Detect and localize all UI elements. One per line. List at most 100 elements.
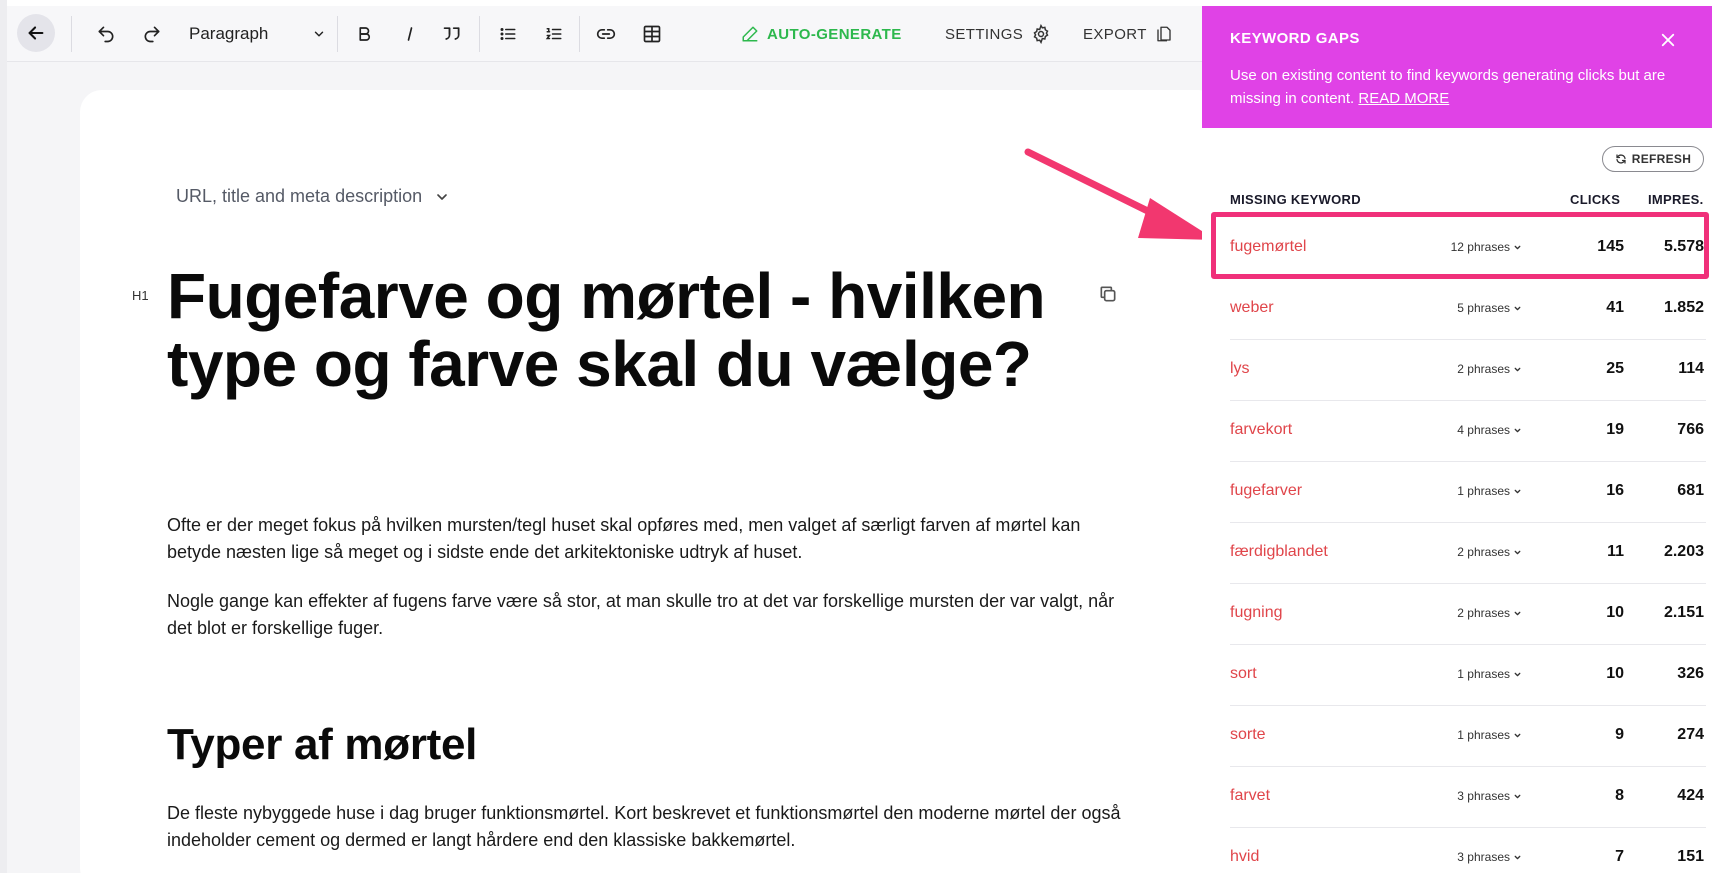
panel-title: KEYWORD GAPS xyxy=(1230,30,1360,47)
toolbar-divider xyxy=(71,16,72,52)
keyword-row[interactable]: lys 2 phrases 25 114 xyxy=(1230,340,1706,401)
back-button[interactable] xyxy=(17,14,55,52)
panel-description: Use on existing content to find keywords… xyxy=(1230,64,1680,110)
annotation-arrow xyxy=(1024,148,1216,240)
phrases-dropdown[interactable]: 3 phrases xyxy=(1446,789,1522,803)
keyword-link[interactable]: sorte xyxy=(1230,726,1266,744)
clicks-value: 8 xyxy=(1615,787,1624,804)
keyword-row[interactable]: farvekort 4 phrases 19 766 xyxy=(1230,401,1706,462)
copy-button[interactable] xyxy=(1098,284,1118,304)
block-type-dropdown[interactable] xyxy=(307,18,331,50)
close-panel-button[interactable] xyxy=(1654,26,1682,54)
keyword-list: fugemørtel 12 phrases 145 5.578 weber 5 phras… xyxy=(1230,218,1706,873)
phrases-dropdown[interactable]: 5 phrases xyxy=(1446,301,1522,315)
chevron-down-icon xyxy=(1514,794,1521,798)
table-icon xyxy=(643,25,661,43)
link-button[interactable] xyxy=(589,17,623,51)
keyword-row[interactable]: færdigblandet 2 phrases 11 2.203 xyxy=(1230,523,1706,584)
export-label: EXPORT xyxy=(1083,25,1147,43)
refresh-icon xyxy=(1616,154,1626,164)
phrases-dropdown[interactable]: 1 phrases xyxy=(1446,484,1522,498)
impressions-value: 424 xyxy=(1677,787,1704,804)
keyword-link[interactable]: farvet xyxy=(1230,787,1270,805)
phrases-dropdown[interactable]: 4 phrases xyxy=(1446,423,1522,437)
read-more-link[interactable]: READ MORE xyxy=(1358,90,1449,107)
panel-header: KEYWORD GAPS Use on existing content to … xyxy=(1202,6,1712,128)
gear-icon xyxy=(1033,24,1049,44)
document-title[interactable]: Fugefarve og mørtel - hvilken type og fa… xyxy=(167,262,1047,398)
toolbar-divider xyxy=(337,16,338,52)
chevron-down-icon xyxy=(437,193,447,200)
settings-button[interactable]: SETTINGS xyxy=(945,18,1051,50)
phrases-dropdown[interactable]: 2 phrases xyxy=(1446,606,1522,620)
redo-button[interactable] xyxy=(135,17,169,51)
highlight-box xyxy=(1211,212,1709,279)
block-type-select[interactable]: Paragraph xyxy=(189,18,268,50)
heading-level-tag: H1 xyxy=(132,288,149,303)
refresh-label: REFRESH xyxy=(1631,152,1692,166)
phrases-dropdown[interactable]: 3 phrases xyxy=(1446,850,1522,864)
toolbar-divider xyxy=(579,16,580,52)
phrases-label: 1 phrases xyxy=(1457,484,1510,498)
keyword-link[interactable]: hvid xyxy=(1230,848,1259,866)
phrases-label: 2 phrases xyxy=(1457,606,1510,620)
keyword-link[interactable]: farvekort xyxy=(1230,421,1292,439)
clicks-value: 10 xyxy=(1606,604,1624,621)
phrases-label: 5 phrases xyxy=(1457,301,1510,315)
phrases-dropdown[interactable]: 1 phrases xyxy=(1446,728,1522,742)
back-arrow-icon xyxy=(28,26,44,40)
impressions-value: 274 xyxy=(1677,726,1704,743)
keyword-link[interactable]: færdigblandet xyxy=(1230,543,1328,561)
keyword-link[interactable]: fugning xyxy=(1230,604,1283,622)
auto-generate-label: AUTO-GENERATE xyxy=(767,25,902,43)
paragraph[interactable]: De fleste nybyggede huse i dag bruger fu… xyxy=(167,800,1127,854)
italic-button[interactable] xyxy=(393,17,427,51)
bold-icon xyxy=(359,27,370,41)
table-button[interactable] xyxy=(635,17,669,51)
quote-button[interactable] xyxy=(435,17,469,51)
document-icon xyxy=(1157,26,1171,42)
keyword-row[interactable]: sorte 1 phrases 9 274 xyxy=(1230,706,1706,767)
numbered-list-button[interactable] xyxy=(537,17,571,51)
phrases-dropdown[interactable]: 2 phrases xyxy=(1446,545,1522,559)
keyword-row[interactable]: fugning 2 phrases 10 2.151 xyxy=(1230,584,1706,645)
chevron-down-icon xyxy=(1514,367,1521,371)
keyword-row[interactable]: farvet 3 phrases 8 424 xyxy=(1230,767,1706,828)
keyword-row[interactable]: hvid 3 phrases 7 151 xyxy=(1230,828,1706,873)
phrases-label: 2 phrases xyxy=(1457,362,1510,376)
auto-generate-button[interactable]: AUTO-GENERATE xyxy=(741,18,902,50)
undo-button[interactable] xyxy=(89,17,123,51)
paragraph[interactable]: Nogle gange kan effekter af fugens farve… xyxy=(167,588,1127,642)
bold-button[interactable] xyxy=(347,17,381,51)
toolbar-divider xyxy=(479,16,480,52)
keyword-row[interactable]: weber 5 phrases 41 1.852 xyxy=(1230,279,1706,340)
chevron-down-icon xyxy=(1514,733,1521,737)
keyword-link[interactable]: fugefarver xyxy=(1230,482,1302,500)
close-icon xyxy=(1661,33,1675,47)
paragraph[interactable]: Ofte er der meget fokus på hvilken murst… xyxy=(167,512,1127,566)
chevron-down-icon xyxy=(1514,306,1521,310)
meta-description-toggle[interactable]: URL, title and meta description xyxy=(176,186,450,207)
clicks-value: 9 xyxy=(1615,726,1624,743)
keyword-link[interactable]: sort xyxy=(1230,665,1257,683)
phrases-label: 3 phrases xyxy=(1457,789,1510,803)
keyword-link[interactable]: lys xyxy=(1230,360,1250,378)
copy-icon xyxy=(1100,286,1116,302)
phrases-dropdown[interactable]: 2 phrases xyxy=(1446,362,1522,376)
settings-label: SETTINGS xyxy=(945,25,1024,43)
chevron-down-icon xyxy=(1514,550,1521,554)
export-button[interactable]: EXPORT xyxy=(1083,18,1173,50)
bullet-list-button[interactable] xyxy=(491,17,525,51)
keyword-row[interactable]: sort 1 phrases 10 326 xyxy=(1230,645,1706,706)
phrases-dropdown[interactable]: 1 phrases xyxy=(1446,667,1522,681)
refresh-button[interactable]: REFRESH xyxy=(1602,146,1704,172)
impressions-value: 1.852 xyxy=(1663,299,1704,316)
keyword-link[interactable]: weber xyxy=(1230,299,1274,317)
clicks-value: 10 xyxy=(1606,665,1624,682)
chevron-down-icon xyxy=(1514,855,1521,859)
section-heading[interactable]: Typer af mørtel xyxy=(167,720,477,770)
column-header-keyword: MISSING KEYWORD xyxy=(1230,192,1361,207)
keyword-row[interactable]: fugefarver 1 phrases 16 681 xyxy=(1230,462,1706,523)
left-edge xyxy=(0,0,7,873)
impressions-value: 2.203 xyxy=(1663,543,1704,560)
